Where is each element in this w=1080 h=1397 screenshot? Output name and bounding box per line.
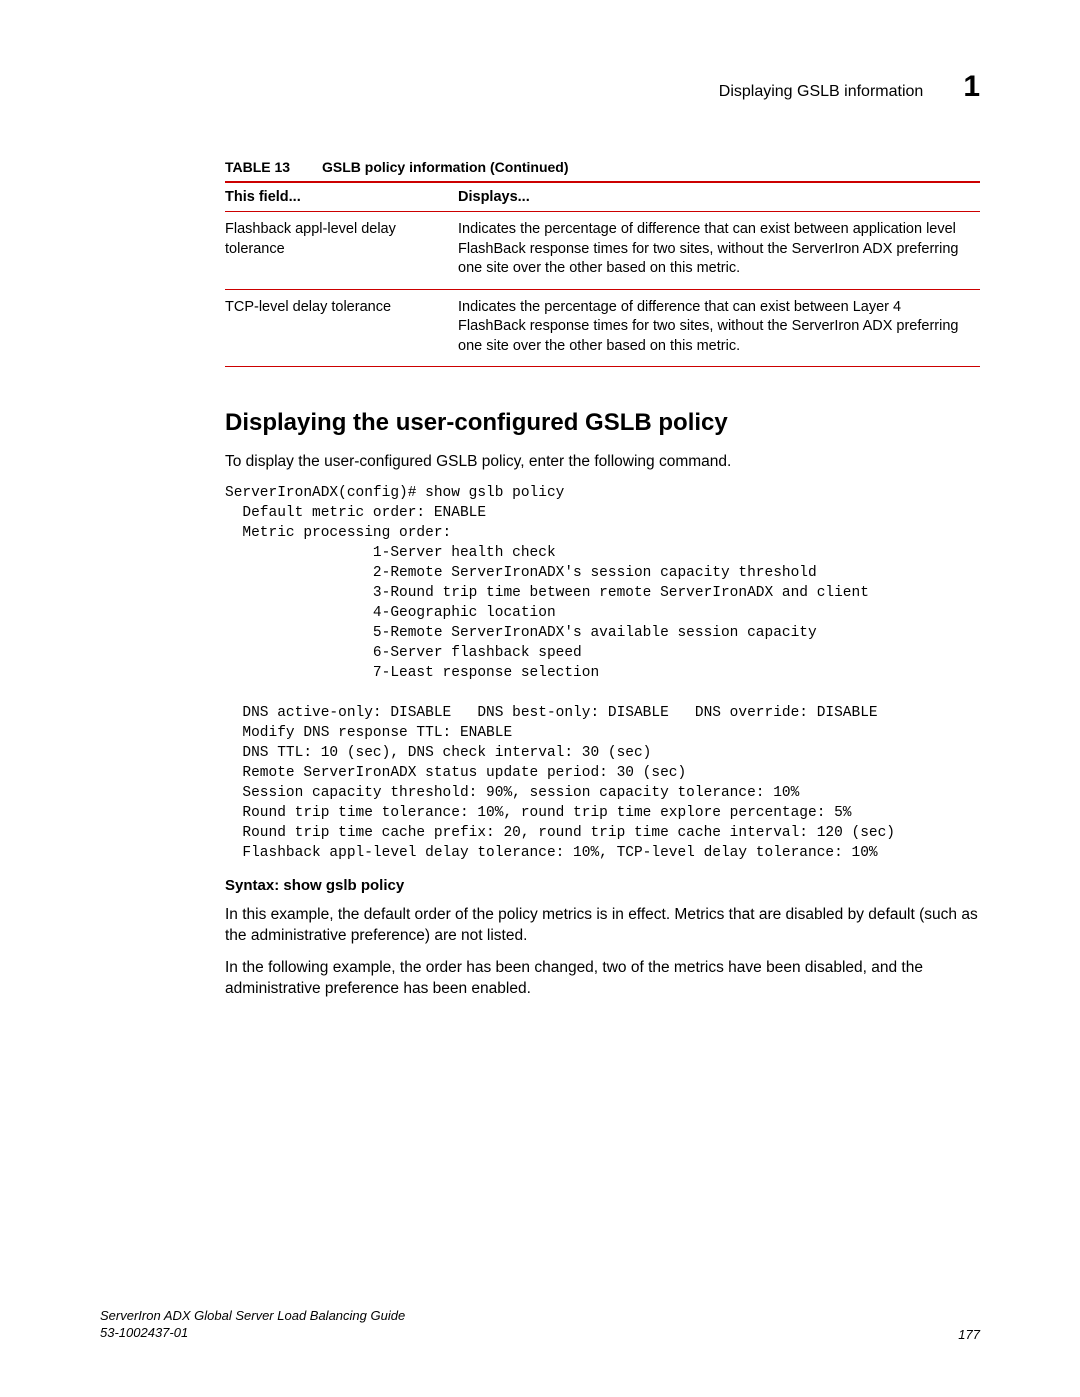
table-label: TABLE 13 (225, 159, 290, 175)
syntax-line: Syntax: show gslb policy (225, 877, 980, 894)
col-header-field: This field... (225, 182, 458, 212)
cell-field: TCP-level delay tolerance (225, 289, 458, 367)
running-header-title: Displaying GSLB information (719, 83, 924, 101)
section-heading: Displaying the user-configured GSLB poli… (225, 409, 980, 437)
cell-displays: Indicates the percentage of difference t… (458, 212, 980, 290)
running-header: Displaying GSLB information 1 (225, 70, 980, 104)
footer-left: ServerIron ADX Global Server Load Balanc… (100, 1307, 405, 1342)
page-footer: ServerIron ADX Global Server Load Balanc… (100, 1307, 980, 1342)
policy-table: This field... Displays... Flashback appl… (225, 181, 980, 367)
body-paragraph-2: In the following example, the order has … (225, 957, 980, 1000)
col-header-displays: Displays... (458, 182, 980, 212)
footer-page-number: 177 (958, 1327, 980, 1342)
table-row: Flashback appl-level delay tolerance Ind… (225, 212, 980, 290)
cell-displays: Indicates the percentage of difference t… (458, 289, 980, 367)
table-title: GSLB policy information (Continued) (322, 159, 569, 175)
body-paragraph-1: In this example, the default order of th… (225, 904, 980, 947)
cell-field: Flashback appl-level delay tolerance (225, 212, 458, 290)
page-content: Displaying GSLB information 1 TABLE 13 G… (0, 0, 1080, 999)
footer-doc-number: 53-1002437-01 (100, 1324, 405, 1342)
table-row: TCP-level delay tolerance Indicates the … (225, 289, 980, 367)
table-header-row: This field... Displays... (225, 182, 980, 212)
intro-paragraph: To display the user-configured GSLB poli… (225, 451, 980, 472)
footer-doc-title: ServerIron ADX Global Server Load Balanc… (100, 1307, 405, 1325)
chapter-number: 1 (963, 70, 980, 104)
table-caption: TABLE 13 GSLB policy information (Contin… (225, 159, 980, 175)
cli-output: ServerIronADX(config)# show gslb policy … (225, 483, 980, 863)
